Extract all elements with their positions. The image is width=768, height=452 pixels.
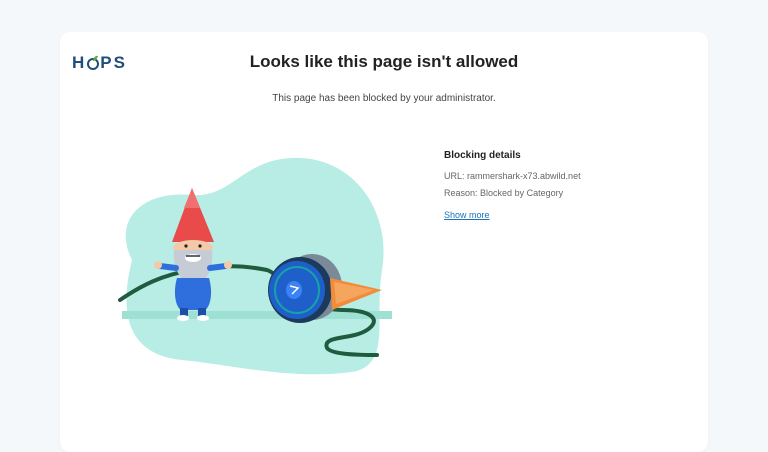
- reason-label: Reason:: [444, 188, 478, 198]
- blocking-details-heading: Blocking details: [444, 150, 521, 161]
- blocked-page-card: H PS Looks like this page isn't allowed …: [60, 32, 708, 452]
- reason-value: Blocked by Category: [480, 188, 564, 198]
- url-row: URL: rammershark-x73.abwild.net: [444, 171, 684, 181]
- page-subtitle: This page has been blocked by your admin…: [272, 93, 496, 104]
- blocking-details: Blocking details URL: rammershark-x73.ab…: [444, 150, 684, 223]
- url-value: rammershark-x73.abwild.net: [467, 171, 581, 181]
- reason-row: Reason: Blocked by Category: [444, 188, 684, 198]
- url-label: URL:: [444, 171, 465, 181]
- show-more-link[interactable]: Show more: [444, 210, 490, 220]
- blocked-illustration: [112, 150, 402, 375]
- page-title: Looks like this page isn't allowed: [249, 52, 519, 71]
